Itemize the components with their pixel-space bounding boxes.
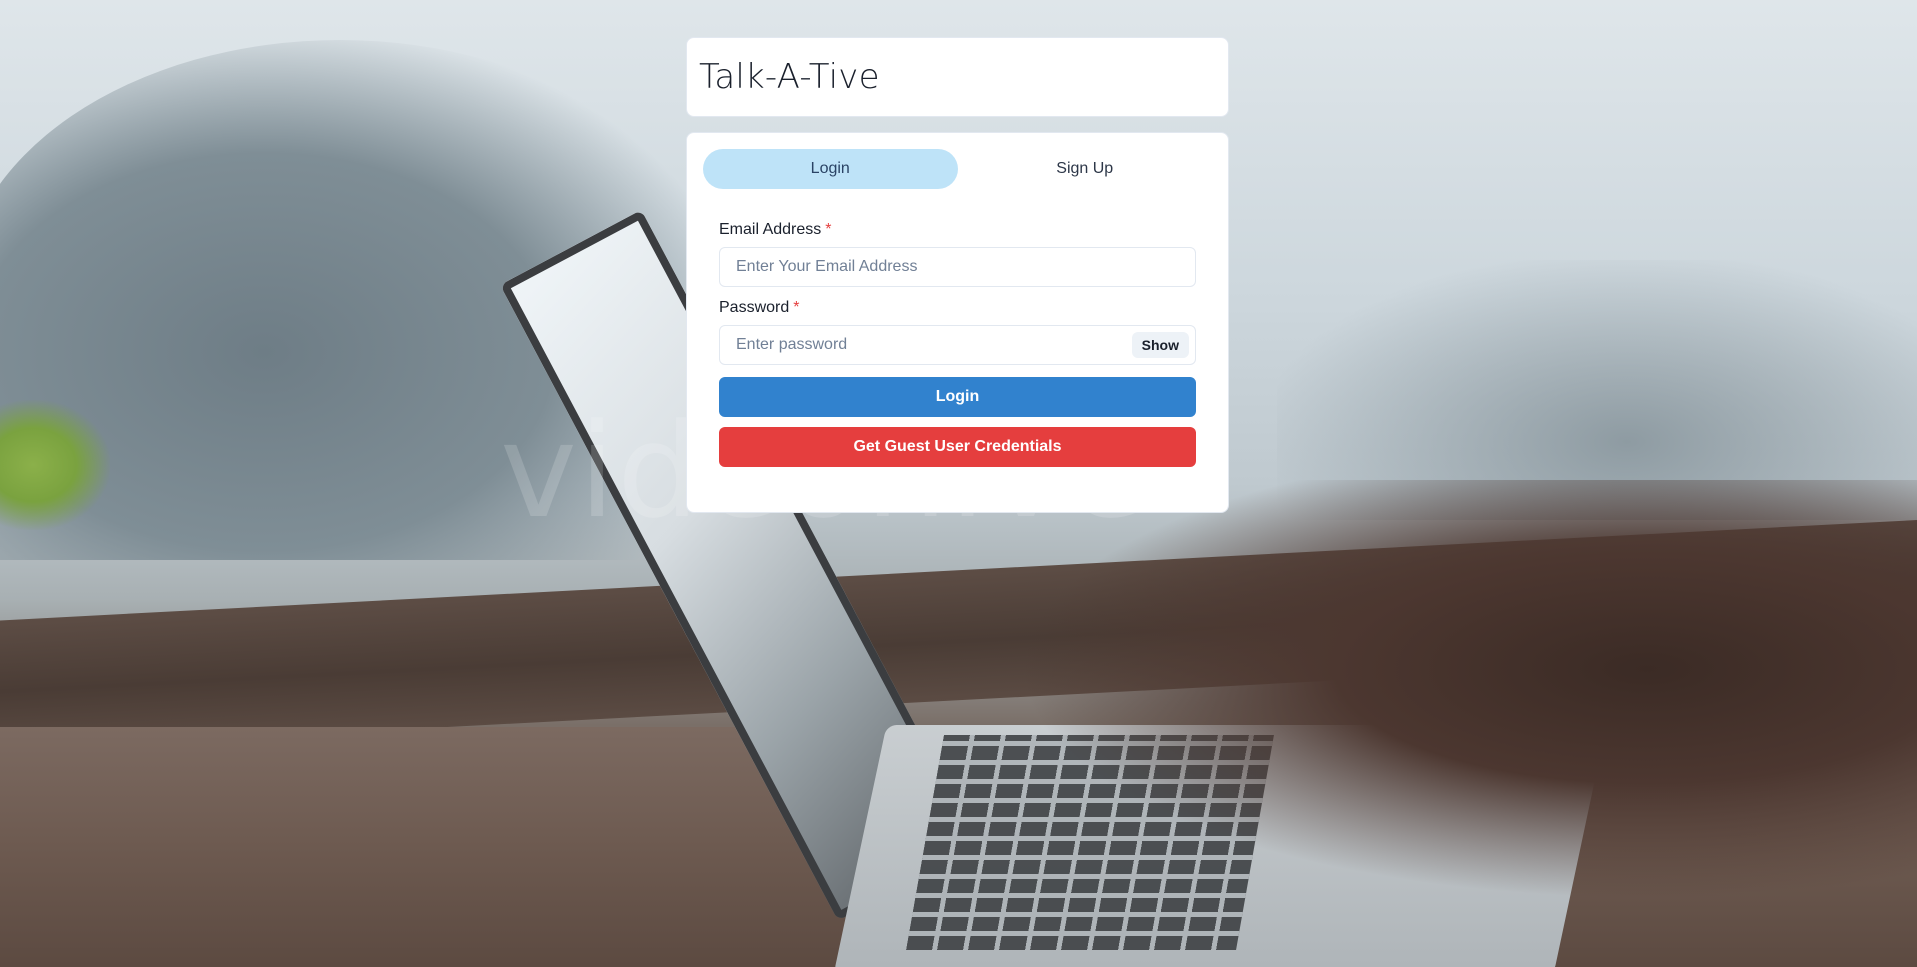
email-label-text: Email Address xyxy=(719,221,822,238)
password-label: Password * xyxy=(719,299,1196,317)
tab-login[interactable]: Login xyxy=(703,149,958,189)
email-input-wrapper xyxy=(719,247,1196,287)
auth-card: Login Sign Up Email Address* Password* S… xyxy=(686,132,1229,513)
plant-leaves xyxy=(0,400,110,530)
password-required-mark: * xyxy=(793,299,800,316)
login-form: Email Address* Password* Show Login Get … xyxy=(703,221,1212,467)
guest-credentials-button[interactable]: Get Guest User Credentials xyxy=(719,427,1196,467)
email-input[interactable] xyxy=(720,248,1195,286)
show-password-button[interactable]: Show xyxy=(1131,332,1189,358)
password-input-wrapper: Show xyxy=(719,325,1196,365)
email-label: Email Address * xyxy=(719,221,1196,239)
email-field-group: Email Address * xyxy=(719,221,1196,287)
password-field-group: Password * Show xyxy=(719,299,1196,365)
password-input[interactable] xyxy=(720,326,1195,364)
typing-hands xyxy=(1017,480,1917,900)
tab-sign-up[interactable]: Sign Up xyxy=(958,149,1213,189)
app-header-card: Talk-A-Tive xyxy=(686,37,1229,117)
password-label-text: Password xyxy=(719,299,790,316)
app-title: Talk-A-Tive xyxy=(699,57,880,97)
email-required-mark: * xyxy=(825,221,832,238)
login-button[interactable]: Login xyxy=(719,377,1196,417)
auth-tabs: Login Sign Up xyxy=(703,149,1212,189)
